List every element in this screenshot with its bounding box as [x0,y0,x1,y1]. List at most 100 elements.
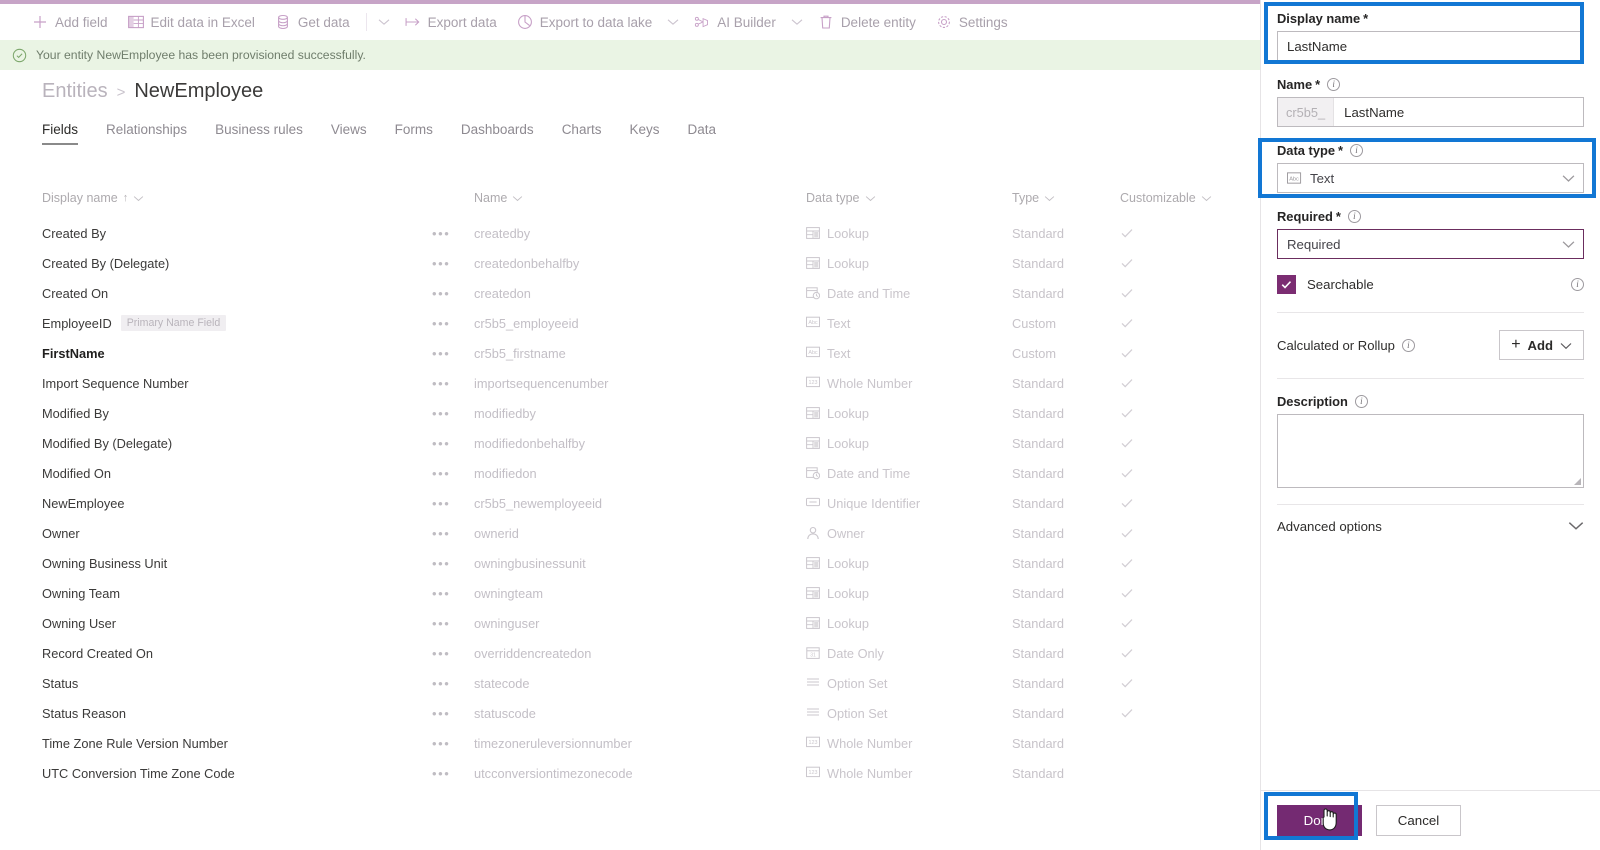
command-export-data-button[interactable]: Export data [395,7,507,37]
cell-display-name[interactable]: Modified By [42,398,109,428]
table-row[interactable]: Modified By (Delegate) ••• modifiedonbehal… [0,428,1260,458]
table-row[interactable]: Created By ••• createdby Lookup Standard [0,218,1260,248]
info-icon[interactable]: i [1327,78,1341,91]
row-more-options-button[interactable]: ••• [432,368,450,398]
row-more-options-button[interactable]: ••• [432,488,450,518]
cell-display-name[interactable]: Modified On [42,458,111,488]
row-more-options-button[interactable]: ••• [432,308,450,338]
row-more-options-button[interactable]: ••• [432,518,450,548]
info-icon[interactable]: i [1350,144,1364,157]
table-row[interactable]: Owning Business Unit ••• owningbusinessuni… [0,548,1260,578]
table-row[interactable]: Owning User ••• owninguser Lookup Standard [0,608,1260,638]
tab-keys[interactable]: Keys [629,122,673,145]
cell-display-name[interactable]: Created By (Delegate) [42,248,169,278]
cell-display-name[interactable]: Modified By (Delegate) [42,428,172,458]
row-more-options-button[interactable]: ••• [432,698,450,728]
row-more-options-button[interactable]: ••• [432,398,450,428]
tab-forms[interactable]: Forms [395,122,447,145]
table-row[interactable]: Time Zone Rule Version Number ••• timezone… [0,728,1260,758]
command-ai-builder-button[interactable]: AI Builder [684,7,786,37]
tab-fields[interactable]: Fields [42,122,92,145]
cell-display-name[interactable]: Created By [42,218,106,248]
required-dropdown[interactable]: Required [1277,229,1584,259]
column-header-data-type[interactable]: Data type [806,191,876,205]
column-header-customizable[interactable]: Customizable [1120,191,1212,205]
row-more-options-button[interactable]: ••• [432,338,450,368]
table-row[interactable]: UTC Conversion Time Zone Code ••• utcconve… [0,758,1260,788]
row-more-options-button[interactable]: ••• [432,248,450,278]
advanced-options-toggle[interactable]: Advanced options [1277,519,1584,534]
add-calculated-rollup-button[interactable]: + Add [1499,330,1584,360]
description-textarea[interactable] [1277,414,1584,488]
column-header-display-name[interactable]: Display name ↑ [42,191,144,205]
cell-display-name[interactable]: Record Created On [42,638,153,668]
breadcrumb-entities-link[interactable]: Entities [42,80,108,103]
table-row[interactable]: Owner ••• ownerid Owner Standard [0,518,1260,548]
command-edit-data-in-excel-button[interactable]: Edit data in Excel [118,7,265,37]
table-row[interactable]: Created On ••• createdon Date and Time Stand… [0,278,1260,308]
cell-display-name[interactable]: Owning Team [42,578,120,608]
info-icon[interactable]: i [1401,338,1415,352]
cell-display-name[interactable]: Owner [42,518,80,548]
command-get-data-button[interactable]: Get data [265,7,360,37]
column-header-name[interactable]: Name [474,191,523,205]
table-row[interactable]: EmployeeID Primary Name Field ••• cr5b5_emp… [0,308,1260,338]
cell-display-name[interactable]: Status [42,668,78,698]
table-row[interactable]: Status ••• statecode Option Set Standard [0,668,1260,698]
tab-views[interactable]: Views [331,122,381,145]
table-row[interactable]: Status Reason ••• statuscode Option Set Stan… [0,698,1260,728]
chevron-down-icon[interactable] [133,191,144,205]
row-more-options-button[interactable]: ••• [432,758,450,788]
command-export-to-data-lake-button[interactable]: Export to data lake [507,7,663,37]
tab-charts[interactable]: Charts [562,122,616,145]
data-type-dropdown[interactable]: Abc Text [1277,163,1584,193]
tab-relationships[interactable]: Relationships [106,122,201,145]
cell-display-name[interactable]: Owning User [42,608,116,638]
row-more-options-button[interactable]: ••• [432,548,450,578]
cell-display-name[interactable]: Created On [42,278,108,308]
tab-business-rules[interactable]: Business rules [215,122,317,145]
row-more-options-button[interactable]: ••• [432,458,450,488]
command-add-field-button[interactable]: Add field [22,7,118,37]
table-row[interactable]: Owning Team ••• owningteam Lookup Standard [0,578,1260,608]
row-more-options-button[interactable]: ••• [432,278,450,308]
row-more-options-button[interactable]: ••• [432,428,450,458]
table-row[interactable]: Created By (Delegate) ••• createdonbehalfb… [0,248,1260,278]
tab-data[interactable]: Data [687,122,730,145]
cell-display-name[interactable]: Import Sequence Number [42,368,189,398]
info-icon[interactable]: i [1354,395,1368,408]
row-more-options-button[interactable]: ••• [432,638,450,668]
row-more-options-button[interactable]: ••• [432,218,450,248]
cell-display-name[interactable]: Status Reason [42,698,126,728]
cell-display-name[interactable]: Time Zone Rule Version Number [42,728,228,758]
cell-display-name[interactable]: NewEmployee [42,488,125,518]
chevron-down-icon[interactable] [1044,191,1055,205]
chevron-down-icon[interactable] [373,7,395,37]
command-delete-entity-button[interactable]: Delete entity [808,7,926,37]
chevron-down-icon[interactable] [1201,191,1212,205]
chevron-down-icon[interactable] [662,7,684,37]
table-row[interactable]: FirstName ••• cr5b5_firstname Abc Text Custom [0,338,1260,368]
table-row[interactable]: Import Sequence Number ••• importsequencen… [0,368,1260,398]
table-row[interactable]: Modified By ••• modifiedby Lookup Standard [0,398,1260,428]
command-settings-button[interactable]: Settings [926,7,1018,37]
info-icon[interactable]: i [1571,278,1584,291]
searchable-checkbox[interactable] [1277,275,1296,294]
name-input[interactable]: cr5b5_ LastName [1277,97,1584,127]
row-more-options-button[interactable]: ••• [432,578,450,608]
info-icon[interactable]: i [1347,210,1361,223]
table-row[interactable]: Modified On ••• modifiedon Date and Time Sta… [0,458,1260,488]
chevron-down-icon[interactable] [512,191,523,205]
row-more-options-button[interactable]: ••• [432,608,450,638]
display-name-input[interactable]: LastName [1277,31,1584,61]
row-more-options-button[interactable]: ••• [432,728,450,758]
cell-display-name[interactable]: UTC Conversion Time Zone Code [42,758,235,788]
done-button[interactable]: Done [1277,805,1362,836]
tab-dashboards[interactable]: Dashboards [461,122,548,145]
table-row[interactable]: NewEmployee ••• cr5b5_newemployeeid Unique … [0,488,1260,518]
table-row[interactable]: Record Created On ••• overriddencreatedon 3… [0,638,1260,668]
chevron-down-icon[interactable] [865,191,876,205]
chevron-down-icon[interactable] [786,7,808,37]
row-more-options-button[interactable]: ••• [432,668,450,698]
cancel-button[interactable]: Cancel [1376,805,1461,836]
